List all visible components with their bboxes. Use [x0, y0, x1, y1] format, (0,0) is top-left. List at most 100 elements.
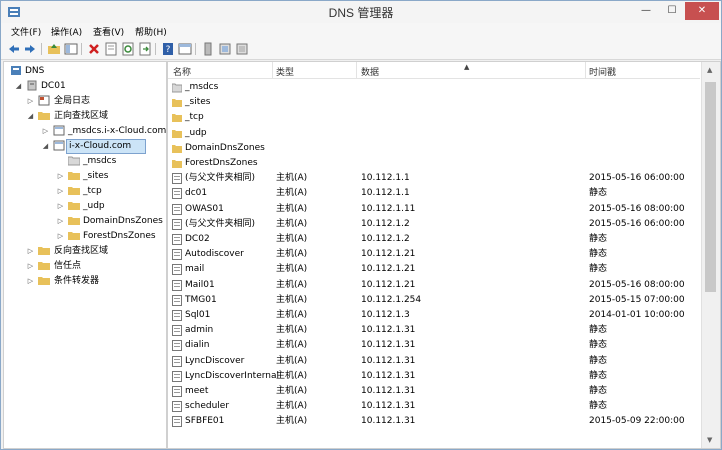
records-list-pane[interactable]: 名称 类型 数据 ▲ 时间戳 _msdcs _sites _tcp _udp Domai… — [167, 61, 721, 449]
table-row[interactable]: TMG01 主机(A) 10.112.1.254 2015-05-15 07:00:0… — [168, 293, 700, 308]
table-row[interactable]: admin 主机(A) 10.112.1.31 静态 — [168, 323, 700, 338]
record2-icon[interactable] — [235, 42, 249, 56]
table-row[interactable]: _udp — [168, 126, 700, 141]
table-row[interactable]: SFBFE01 主机(A) 10.112.1.31 2015-05-09 22:00:… — [168, 414, 700, 429]
scroll-down-icon[interactable]: ▼ — [707, 436, 712, 444]
delete-icon[interactable] — [87, 42, 101, 56]
expand-arrow-icon[interactable]: ▷ — [57, 188, 64, 195]
record-name: scheduler — [185, 401, 230, 412]
record-type: 主机(A) — [276, 203, 308, 214]
folder-icon — [68, 172, 80, 180]
table-row[interactable]: meet 主机(A) 10.112.1.31 静态 — [168, 384, 700, 399]
table-row[interactable]: (与父文件夹相同) 主机(A) 10.112.1.1 2015-05-16 06:00… — [168, 171, 700, 186]
collapse-arrow-icon[interactable]: ◢ — [42, 143, 49, 150]
server-icon[interactable] — [201, 42, 215, 56]
collapse-arrow-icon[interactable]: ◢ — [15, 83, 22, 90]
export-icon[interactable] — [138, 42, 152, 56]
column-divider[interactable] — [585, 62, 586, 78]
table-row[interactable]: mail 主机(A) 10.112.1.21 静态 — [168, 262, 700, 277]
expand-arrow-icon[interactable]: ▷ — [42, 128, 49, 135]
tree-label: _msdcs — [83, 156, 117, 166]
tree-pane[interactable]: DNS ◢ DC01 ▷ 全局日志 ◢ 正向查找区域 ▷ _msdcs.i-x-… — [3, 61, 167, 449]
record-data: 10.112.1.2 — [361, 218, 410, 229]
record-data: 10.112.1.31 — [361, 370, 416, 381]
menu-action[interactable]: 操作(A) — [51, 25, 82, 38]
sort-arrow-icon: ▲ — [464, 63, 470, 71]
menu-file[interactable]: 文件(F) — [11, 25, 41, 38]
forward-icon[interactable] — [23, 42, 37, 56]
table-row[interactable]: Sql01 主机(A) 10.112.1.3 2014-01-01 10:00:00 — [168, 308, 700, 323]
table-row[interactable]: Autodiscover 主机(A) 10.112.1.21 静态 — [168, 247, 700, 262]
column-header-data[interactable]: 数据 — [361, 65, 379, 78]
close-button[interactable]: ✕ — [685, 2, 719, 20]
show-tree-icon[interactable] — [64, 42, 78, 56]
collapse-arrow-icon[interactable]: ◢ — [27, 113, 34, 120]
record-icon — [172, 401, 182, 413]
expand-arrow-icon[interactable]: ▷ — [27, 263, 34, 270]
table-row[interactable]: DC02 主机(A) 10.112.1.2 静态 — [168, 232, 700, 247]
title-bar[interactable]: DNS 管理器 — ☐ ✕ — [1, 1, 721, 23]
table-row[interactable]: LyncDiscoverInternal 主机(A) 10.112.1.31 静态 — [168, 369, 700, 384]
record-timestamp: 静态 — [589, 370, 608, 381]
vertical-scrollbar[interactable]: ▲ ▼ — [701, 62, 720, 448]
svg-text:?: ? — [166, 45, 171, 55]
properties-icon[interactable] — [104, 42, 118, 56]
view-icon[interactable] — [178, 42, 192, 56]
record-type: 主机(A) — [276, 234, 308, 244]
record-data: 10.112.1.31 — [361, 401, 416, 412]
column-header-type[interactable]: 类型 — [276, 65, 294, 78]
refresh-icon[interactable] — [121, 42, 135, 56]
table-row[interactable]: dialin 主机(A) 10.112.1.31 静态 — [168, 338, 700, 353]
record-timestamp: 静态 — [589, 355, 608, 366]
menu-view[interactable]: 查看(V) — [93, 25, 124, 38]
log-icon — [38, 95, 50, 106]
minimize-button[interactable]: — — [633, 2, 659, 20]
back-icon[interactable] — [7, 42, 21, 56]
record-icon — [172, 279, 182, 291]
help-icon[interactable]: ? — [161, 42, 175, 56]
record-icon — [172, 325, 182, 337]
record-name: OWAS01 — [185, 203, 224, 214]
expand-arrow-icon[interactable]: ▷ — [57, 173, 64, 180]
folder-icon — [38, 262, 50, 270]
folder-icon — [68, 187, 80, 195]
column-divider[interactable] — [356, 62, 357, 78]
tree-label: ForestDnsZones — [83, 231, 156, 241]
menu-help[interactable]: 帮助(H) — [135, 25, 167, 38]
record-timestamp: 静态 — [589, 386, 608, 396]
table-row[interactable]: Mail01 主机(A) 10.112.1.21 2015-05-16 08:00:0… — [168, 278, 700, 293]
expand-arrow-icon[interactable]: ▷ — [57, 233, 64, 240]
expand-arrow-icon[interactable]: ▷ — [27, 248, 34, 255]
scrollbar-thumb[interactable] — [705, 82, 716, 292]
table-row[interactable]: _tcp — [168, 110, 700, 125]
table-row[interactable]: LyncDiscover 主机(A) 10.112.1.31 静态 — [168, 354, 700, 369]
table-row[interactable]: _sites — [168, 95, 700, 110]
record-timestamp: 静态 — [589, 234, 608, 244]
table-row[interactable]: (与父文件夹相同) 主机(A) 10.112.1.2 2015-05-16 06:00… — [168, 217, 700, 232]
column-header-name[interactable]: 名称 — [173, 65, 191, 78]
record-name: DomainDnsZones — [185, 142, 265, 153]
table-row[interactable]: ForestDnsZones — [168, 156, 700, 171]
record-name: (与父文件夹相同) — [185, 218, 256, 229]
record-data: 10.112.1.31 — [361, 416, 416, 427]
record-icon[interactable] — [218, 42, 232, 56]
table-row[interactable]: scheduler 主机(A) 10.112.1.31 静态 — [168, 399, 700, 414]
tree-label: _msdcs.i-x-Cloud.com — [68, 126, 167, 136]
tree-label: 信任点 — [54, 261, 82, 271]
expand-arrow-icon[interactable]: ▷ — [27, 98, 34, 105]
folder-icon — [68, 202, 80, 210]
table-row[interactable]: OWAS01 主机(A) 10.112.1.11 2015-05-16 08:00:0… — [168, 202, 700, 217]
table-row[interactable]: DomainDnsZones — [168, 141, 700, 156]
record-data: 10.112.1.11 — [361, 203, 416, 214]
column-divider[interactable] — [272, 62, 273, 78]
column-header-timestamp[interactable]: 时间戳 — [589, 65, 616, 78]
maximize-button[interactable]: ☐ — [659, 2, 685, 20]
scroll-up-icon[interactable]: ▲ — [707, 66, 712, 74]
table-row[interactable]: dc01 主机(A) 10.112.1.1 静态 — [168, 186, 700, 201]
expand-arrow-icon[interactable]: ▷ — [57, 218, 64, 225]
table-row[interactable]: _msdcs — [168, 80, 700, 95]
expand-arrow-icon[interactable]: ▷ — [27, 278, 34, 285]
expand-arrow-icon[interactable]: ▷ — [57, 203, 64, 210]
record-icon — [172, 173, 182, 185]
up-folder-icon[interactable] — [47, 42, 61, 56]
